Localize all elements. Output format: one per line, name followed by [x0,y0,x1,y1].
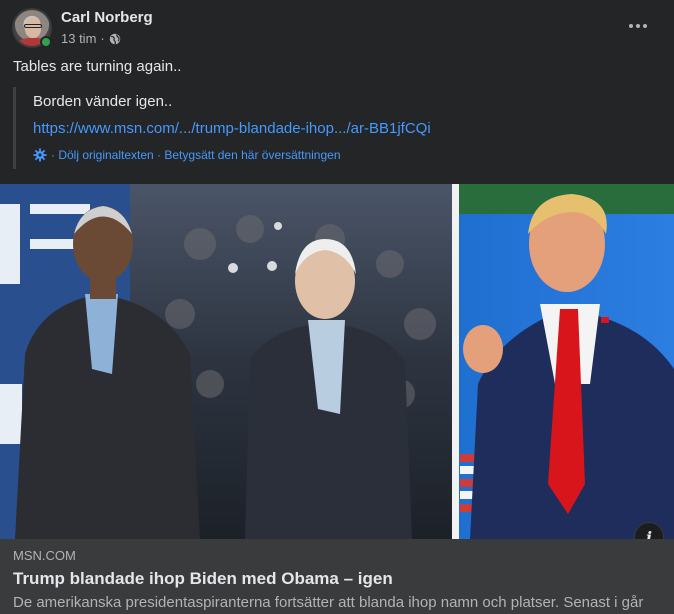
online-status-indicator [40,36,52,48]
gear-icon [33,148,47,162]
politicians-photo [0,184,674,539]
link-preview-card[interactable]: MSN.COM Trump blandade ihop Biden med Ob… [0,539,674,614]
translation-actions[interactable]: · Dölj originaltexten · Betygsätt den hä… [33,148,341,162]
more-options-button[interactable] [620,12,656,40]
translated-text: Borden vänder igen.. [33,93,173,110]
link-domain: MSN.COM [13,548,76,563]
post-timestamp[interactable]: 13 tim [61,31,96,46]
post-meta: 13 tim · [61,31,121,46]
author-name[interactable]: Carl Norberg [61,9,153,26]
translation-actions-label[interactable]: · Dölj originaltexten · Betygsätt den hä… [51,148,341,162]
post-text: Tables are turning again.. [13,58,182,75]
article-link[interactable]: https://www.msn.com/.../trump-blandade-i… [33,120,431,137]
link-description: De amerikanska presidentaspiranterna for… [13,594,644,611]
globe-icon[interactable] [109,33,121,45]
translation-block: Borden vänder igen.. https://www.msn.com… [13,87,653,169]
link-preview-image[interactable]: i [0,184,674,539]
post-header: Carl Norberg 13 tim · [12,8,662,52]
meta-separator: · [100,31,105,46]
link-title[interactable]: Trump blandade ihop Biden med Obama – ig… [13,569,393,589]
